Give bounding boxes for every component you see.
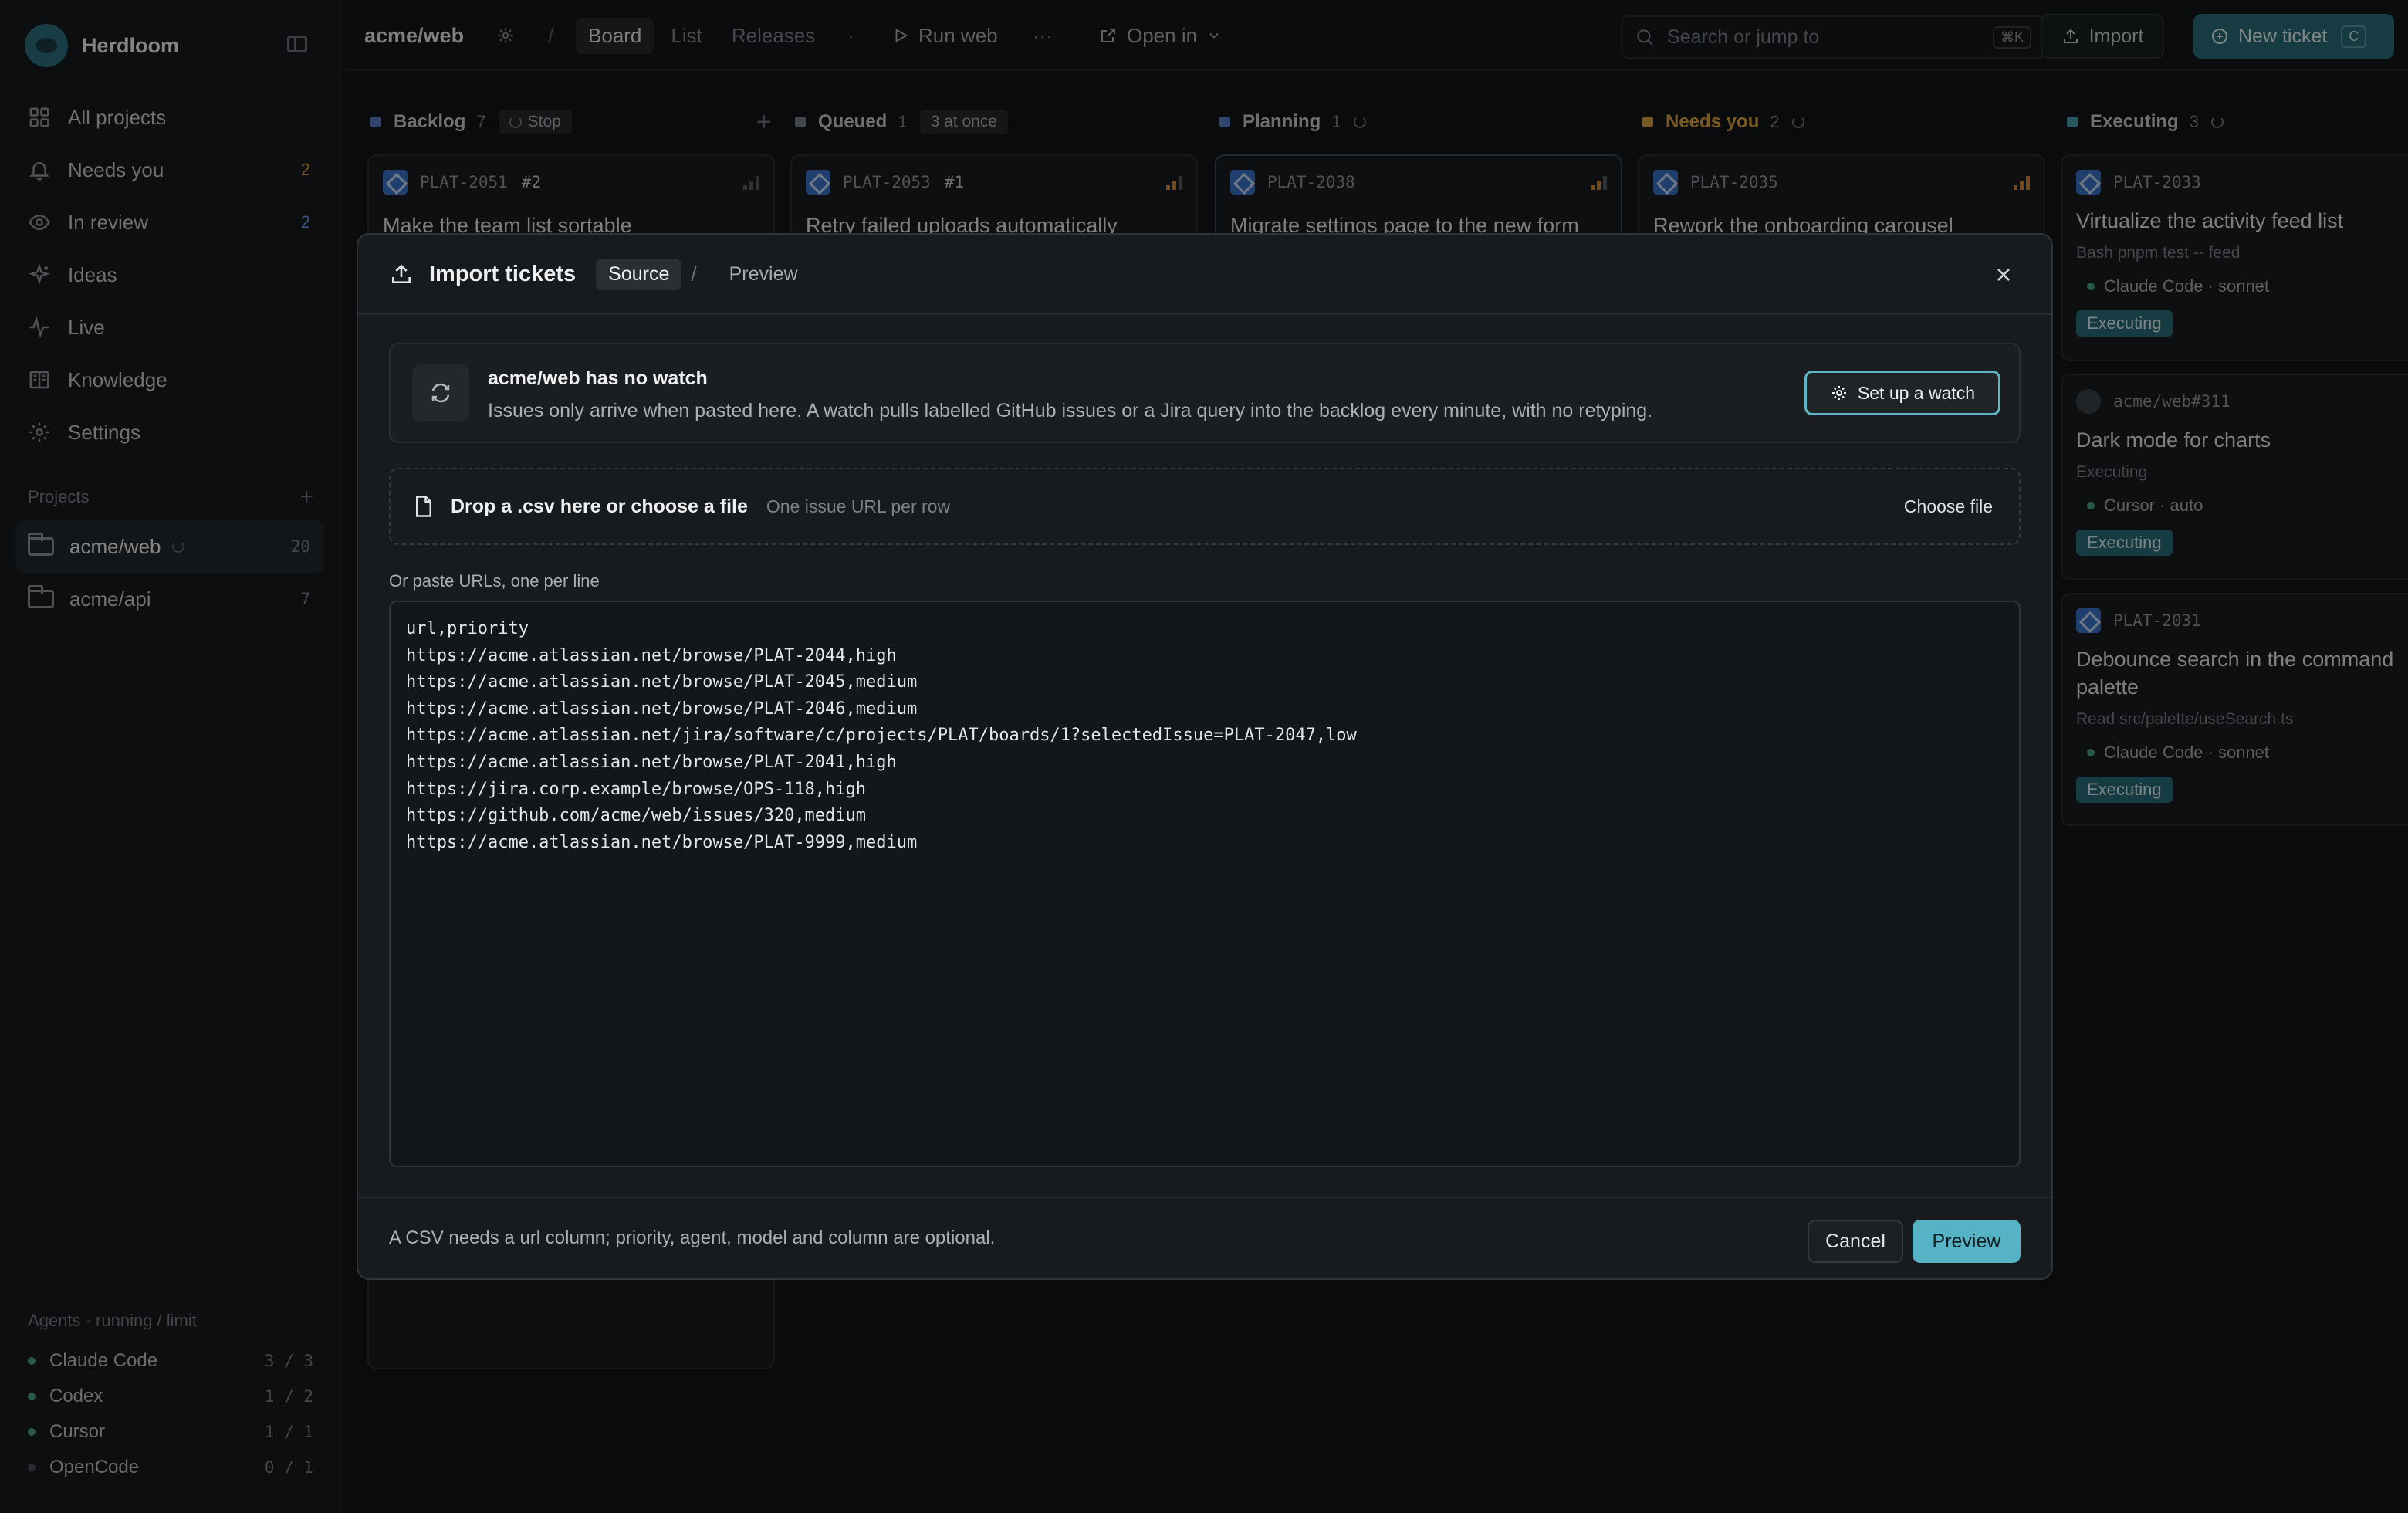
file-icon xyxy=(414,495,434,518)
upload-icon xyxy=(389,262,414,286)
close-icon[interactable]: × xyxy=(1990,261,2017,289)
paste-line: https://acme.atlassian.net/browse/PLAT-9… xyxy=(406,832,918,852)
drop-zone-hint: One issue URL per row xyxy=(766,496,951,516)
paste-urls-label: Or paste URLs, one per line xyxy=(389,571,600,591)
watch-title: acme/web has no watch xyxy=(488,367,708,389)
paste-line: https://jira.corp.example/browse/OPS-118… xyxy=(406,779,867,799)
csv-format-hint: A CSV needs a url column; priority, agen… xyxy=(389,1227,996,1248)
watch-description: Issues only arrive when pasted here. A w… xyxy=(488,400,1653,421)
gear-icon xyxy=(1830,384,1848,402)
preview-button[interactable]: Preview xyxy=(1913,1220,2021,1263)
step-source[interactable]: Source xyxy=(596,258,682,290)
paste-line: https://acme.atlassian.net/browse/PLAT-2… xyxy=(406,699,918,719)
paste-line: https://acme.atlassian.net/browse/PLAT-2… xyxy=(406,645,897,665)
paste-line: https://github.com/acme/web/issues/320,m… xyxy=(406,806,867,826)
set-up-watch-label: Set up a watch xyxy=(1857,382,1976,403)
paste-urls-textarea[interactable]: url,priority https://acme.atlassian.net/… xyxy=(389,601,2021,1167)
set-up-watch-button[interactable]: Set up a watch xyxy=(1804,371,2000,415)
cancel-button[interactable]: Cancel xyxy=(1808,1220,1903,1263)
refresh-icon xyxy=(412,364,469,421)
choose-file-button[interactable]: Choose file xyxy=(1904,496,1993,517)
paste-line: url,priority xyxy=(406,619,529,638)
drop-zone-title: Drop a .csv here or choose a file xyxy=(451,495,748,517)
csv-drop-zone[interactable]: Drop a .csv here or choose a file One is… xyxy=(389,468,2021,545)
app-root: Herdloom All projects Needs you 2 In rev… xyxy=(0,0,2408,1513)
watch-notice: acme/web has no watch Issues only arrive… xyxy=(389,343,2021,443)
step-separator: / xyxy=(691,262,697,286)
paste-line: https://acme.atlassian.net/browse/PLAT-2… xyxy=(406,672,918,692)
dialog-title: Import tickets xyxy=(429,261,577,286)
step-preview[interactable]: Preview xyxy=(717,259,810,290)
import-tickets-dialog: Import tickets Source / Preview × acme/w… xyxy=(357,233,2053,1280)
paste-line: https://acme.atlassian.net/jira/software… xyxy=(406,726,1357,746)
dialog-footer: A CSV needs a url column; priority, agen… xyxy=(358,1197,2051,1278)
dialog-header: Import tickets Source / Preview × xyxy=(358,235,2051,315)
paste-line: https://acme.atlassian.net/browse/PLAT-2… xyxy=(406,752,897,772)
